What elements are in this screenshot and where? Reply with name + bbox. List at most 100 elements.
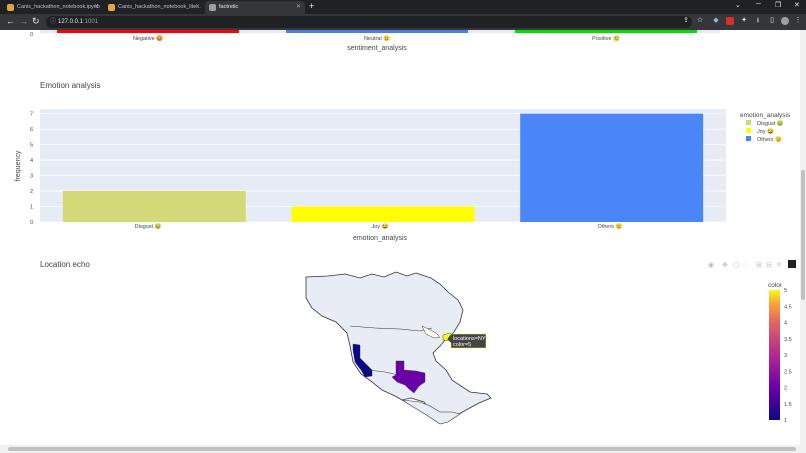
tab-favicon [7, 4, 14, 11]
profile-avatar[interactable] [781, 17, 789, 25]
tooltip-color: color=5 [453, 342, 471, 348]
tab-label: Canis_hackathon_notebook.ipynb [17, 4, 100, 10]
browser-toolbar: ← → ↻ ⓘ 127.0.0.1:1001 ⇪ ☆ ◆ ✦ ⭳ ▯ ⋮ [0, 14, 806, 30]
colorbar-tick: 1 [784, 418, 787, 424]
sentiment-chart: 0 Negative 😡 Neutral 😐 Positive 😊 sentim… [30, 30, 720, 52]
forward-icon[interactable]: → [19, 16, 28, 26]
colorbar-title: color [768, 282, 783, 289]
legend-label-joy[interactable]: Joy 😂 [757, 128, 774, 135]
sentiment-xlabel: sentiment_analysis [347, 45, 407, 52]
share-icon[interactable]: ⇪ [682, 17, 690, 25]
colorbar-tick: 2.5 [784, 369, 792, 375]
sentiment-bar-neutral[interactable] [286, 30, 468, 33]
vertical-scroll-thumb[interactable] [801, 170, 805, 300]
select-box-icon[interactable]: ▢ [733, 262, 740, 269]
zoom-in-icon[interactable]: ⊞ [756, 262, 762, 269]
menu-kebab-icon[interactable]: ⋮ [794, 17, 802, 25]
colorbar-tick: 4 [784, 321, 787, 327]
colorbar-tick: 4.5 [784, 304, 792, 310]
url-host: 127.0.0.1 [58, 19, 84, 25]
legend-swatch-disgust[interactable] [746, 120, 751, 125]
bookmark-star-icon[interactable]: ☆ [696, 17, 704, 25]
restore-icon[interactable]: ❐ [775, 1, 781, 9]
reset-icon[interactable]: ✕ [776, 262, 782, 269]
emotion-yticks: 0 1 2 3 4 5 6 7 [30, 112, 33, 226]
tab-notebook-lite[interactable]: Canis_hackathon_notebook_lite... ✕ [104, 1, 204, 14]
vertical-scrollbar[interactable] [800, 30, 806, 445]
colorbar-tick: 3 [784, 353, 787, 359]
emotion-tick-disgust: Disgust 🤢 [135, 223, 162, 230]
close-tab-icon[interactable]: ✕ [195, 1, 200, 14]
emotion-chart: Emotion analysis 0 1 2 3 4 5 6 7 Disgust 🤢 Joy … [15, 81, 791, 242]
tab-favicon [209, 4, 216, 11]
legend-label-others[interactable]: Others 😐 [757, 136, 782, 143]
emotion-bar-joy[interactable] [291, 206, 475, 222]
extension-icon[interactable]: ◆ [712, 17, 720, 25]
browser-chrome: Canis_hackathon_notebook.ipynb ✕ Canis_h… [0, 0, 806, 30]
close-tab-icon[interactable]: ✕ [296, 1, 301, 14]
emotion-ytick: 2 [30, 189, 33, 195]
emotion-ytick: 7 [30, 112, 33, 118]
download-icon[interactable]: ⭳ [754, 17, 762, 25]
map-modebar: ◉ ✥ ▢ ◌ ⊞ ⊟ ✕ [708, 260, 796, 269]
colorbar [769, 290, 780, 420]
lasso-icon[interactable]: ◌ [743, 262, 747, 269]
close-tab-icon[interactable]: ✕ [94, 1, 99, 14]
colorbar-ticks: 5 4.5 4 3.5 3 2.5 2 1.5 1 [784, 288, 792, 424]
emotion-legend: emotion_analysis Disgust 🤢 Joy 😂 Others … [740, 112, 791, 143]
emotion-ytick: 6 [30, 127, 33, 133]
emotion-tick-joy: Joy 😂 [372, 223, 389, 230]
emotion-ytick: 3 [30, 174, 33, 180]
sidebar-icon[interactable]: ▯ [768, 17, 776, 25]
minimize-icon[interactable]: ─ [756, 1, 761, 8]
back-icon[interactable]: ← [6, 16, 15, 26]
horizontal-scrollbar[interactable] [0, 445, 806, 453]
camera-icon[interactable]: ◉ [708, 262, 714, 269]
info-icon[interactable]: ⓘ [50, 16, 56, 28]
sentiment-bar-positive[interactable] [515, 30, 697, 33]
emotion-legend-title: emotion_analysis [740, 112, 791, 119]
location-chart: Location echo ◉ ✥ ▢ ◌ ⊞ ⊟ ✕ locations=NY… [40, 260, 796, 425]
legend-swatch-others[interactable] [746, 136, 751, 141]
colorbar-tick: 1.5 [784, 402, 792, 408]
emotion-xlabel: emotion_analysis [353, 235, 408, 242]
emotion-ylabel: frequency [15, 150, 22, 181]
reload-icon[interactable]: ↻ [32, 16, 40, 27]
tab-label: Canis_hackathon_notebook_lite... [118, 4, 201, 10]
sentiment-bar-negative[interactable] [57, 30, 239, 33]
sentiment-tick-negative: Negative 😡 [133, 35, 163, 42]
extension-red-icon[interactable] [726, 17, 734, 25]
emotion-tick-others: Others 😐 [598, 223, 623, 230]
address-bar[interactable]: ⓘ 127.0.0.1:1001 [46, 16, 692, 28]
emotion-ytick: 0 [30, 220, 33, 226]
emotion-bar-disgust[interactable] [62, 191, 246, 222]
dashboard-svg: 0 Negative 😡 Neutral 😐 Positive 😊 sentim… [15, 30, 796, 425]
tab-favicon [108, 4, 115, 11]
colorbar-tick: 5 [784, 288, 787, 294]
emotion-title: Emotion analysis [40, 81, 100, 90]
window-close-icon[interactable]: ✕ [794, 1, 800, 9]
tab-notebook[interactable]: Canis_hackathon_notebook.ipynb ✕ [3, 1, 103, 14]
new-tab-icon[interactable]: + [309, 1, 314, 11]
pan-icon[interactable]: ✥ [722, 261, 728, 269]
location-title: Location echo [40, 260, 90, 269]
url-port: :1001 [83, 19, 99, 25]
emotion-ytick: 1 [30, 205, 33, 211]
legend-label-disgust[interactable]: Disgust 🤢 [757, 120, 784, 127]
sentiment-ytick-0: 0 [30, 32, 33, 38]
tab-label: factretic [219, 4, 239, 10]
plotly-logo-icon[interactable] [788, 260, 796, 268]
legend-swatch-joy[interactable] [746, 128, 751, 133]
sentiment-tick-positive: Positive 😊 [592, 35, 620, 42]
sentiment-tick-neutral: Neutral 😐 [364, 35, 390, 42]
extensions-puzzle-icon[interactable]: ✦ [740, 17, 748, 25]
tab-strip: Canis_hackathon_notebook.ipynb ✕ Canis_h… [0, 0, 806, 14]
tab-factretic[interactable]: factretic ✕ [205, 1, 305, 14]
colorbar-tick: 2 [784, 386, 787, 392]
zoom-out-icon[interactable]: ⊟ [766, 262, 772, 269]
horizontal-scroll-thumb[interactable] [8, 447, 796, 451]
tab-search-icon[interactable]: ⌄ [735, 1, 741, 9]
emotion-ytick: 4 [30, 158, 33, 164]
emotion-bar-others[interactable] [520, 113, 704, 222]
map-tooltip: locations=NY color=5 [446, 333, 487, 349]
